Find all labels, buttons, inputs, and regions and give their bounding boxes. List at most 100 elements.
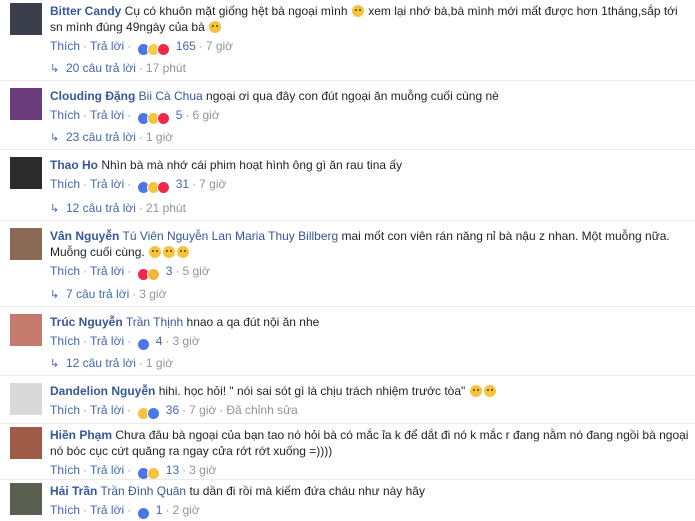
replies-count[interactable]: 12 câu trả lời xyxy=(66,201,136,215)
mention-link[interactable]: Trần Đình Quân xyxy=(100,484,186,498)
love-reaction-icon xyxy=(157,181,171,195)
reaction-count[interactable]: 13 xyxy=(166,463,179,477)
comment-time[interactable]: 5 giờ xyxy=(182,264,209,278)
comment-author[interactable]: Trúc Nguyễn xyxy=(50,315,123,329)
like-button[interactable]: Thích xyxy=(50,264,80,278)
comments-feed: Bitter Candy Cụ có khuôn mặt giống hệt b… xyxy=(0,0,695,521)
comment-time[interactable]: 2 giờ xyxy=(172,503,199,517)
reply-button[interactable]: Trả lời xyxy=(90,463,124,477)
comment-author[interactable]: Thao Ho xyxy=(50,158,98,172)
divider xyxy=(0,149,695,150)
comment-text: Clouding Đặng Bii Cà Chua ngoại ơi qua đ… xyxy=(50,88,690,104)
reaction-count[interactable]: 31 xyxy=(176,177,189,191)
reply-button[interactable]: Trả lời xyxy=(90,39,124,53)
view-replies-link[interactable]: ↳ 20 câu trả lời · 17 phút xyxy=(50,60,186,76)
view-replies-link[interactable]: ↳ 12 câu trả lời · 21 phút xyxy=(50,200,186,216)
replies-count[interactable]: 23 câu trả lời xyxy=(66,130,136,144)
comment-time[interactable]: 6 giờ xyxy=(192,108,219,122)
like-button[interactable]: Thích xyxy=(50,503,80,517)
view-replies-link[interactable]: ↳ 7 câu trả lời · 3 giờ xyxy=(50,286,166,302)
edited-label[interactable]: Đã chỉnh sửa xyxy=(226,403,297,417)
reactions-summary[interactable] xyxy=(137,41,171,57)
reactions-summary[interactable] xyxy=(137,110,171,126)
reaction-count[interactable]: 1 xyxy=(156,503,163,517)
like-button[interactable]: Thích xyxy=(50,463,80,477)
reply-button[interactable]: Trả lời xyxy=(90,264,124,278)
comment-body: Chưa đâu bà ngoại của bạn tao nó hỏi bà … xyxy=(50,428,689,458)
comment-body: Cụ có khuôn mặt giống hệt bà ngoại mình xyxy=(124,4,348,18)
like-button[interactable]: Thích xyxy=(50,177,80,191)
view-replies-link[interactable]: ↳ 12 câu trả lời · 1 giờ xyxy=(50,355,173,371)
comment-author[interactable]: Clouding Đặng xyxy=(50,89,135,103)
laughing-emoji-icon xyxy=(483,385,496,397)
comment-body: hihi. học hỏi! " nói sai sót gì là chịu … xyxy=(158,384,466,398)
comment-actions: Thích · Trả lời · 165 · 7 giờ xyxy=(50,38,690,57)
reactions-summary[interactable] xyxy=(137,505,151,521)
like-reaction-icon xyxy=(137,338,151,352)
avatar[interactable] xyxy=(10,3,42,35)
like-button[interactable]: Thích xyxy=(50,39,80,53)
comment-author[interactable]: Hải Trần xyxy=(50,484,97,498)
reactions-summary[interactable] xyxy=(137,179,171,195)
like-reaction-icon xyxy=(147,407,161,421)
reaction-count[interactable]: 3 xyxy=(166,264,173,278)
mention-link[interactable]: Trần Thịnh xyxy=(126,315,183,329)
comment-author[interactable]: Dandelion Nguyễn xyxy=(50,384,155,398)
reply-arrow-icon: ↳ xyxy=(50,132,60,144)
reply-arrow-icon: ↳ xyxy=(50,203,60,215)
comment-author[interactable]: Hiền Phạm xyxy=(50,428,112,442)
avatar[interactable] xyxy=(10,157,42,189)
reaction-count[interactable]: 165 xyxy=(176,39,196,53)
comment-text: Thao Ho Nhìn bà mà nhớ cái phim hoạt hìn… xyxy=(50,157,690,173)
replies-time: 1 giờ xyxy=(145,130,174,144)
comment-body: ngoại ơi qua đây con đút ngoại ăn muỗng … xyxy=(206,89,499,103)
reply-button[interactable]: Trả lời xyxy=(90,334,124,348)
avatar[interactable] xyxy=(10,483,42,515)
mention-link[interactable]: Bii Cà Chua xyxy=(139,89,203,103)
mention-link[interactable]: Tú Viên Nguyễn Lan Maria Thuy Billberg xyxy=(122,229,338,243)
comment-time[interactable]: 7 giờ xyxy=(189,403,216,417)
reaction-count[interactable]: 36 xyxy=(166,403,179,417)
comment-author[interactable]: Bitter Candy xyxy=(50,4,121,18)
reaction-count[interactable]: 4 xyxy=(156,334,163,348)
divider xyxy=(0,306,695,307)
comment-time[interactable]: 7 giờ xyxy=(199,177,226,191)
reactions-summary[interactable] xyxy=(137,336,151,352)
avatar[interactable] xyxy=(10,88,42,120)
replies-time: 1 giờ xyxy=(145,356,174,370)
avatar[interactable] xyxy=(10,427,42,459)
laughing-emoji-icon xyxy=(149,246,162,258)
replies-count[interactable]: 20 câu trả lời xyxy=(66,61,136,75)
like-button[interactable]: Thích xyxy=(50,334,80,348)
reply-button[interactable]: Trả lời xyxy=(90,403,124,417)
comment-actions: Thích · Trả lời · 1 · 2 giờ xyxy=(50,502,690,521)
avatar[interactable] xyxy=(10,314,42,346)
replies-time: 21 phút xyxy=(145,201,186,215)
avatar[interactable] xyxy=(10,383,42,415)
replies-count[interactable]: 7 câu trả lời xyxy=(66,287,129,301)
comment-actions: Thích · Trả lời · 36 · 7 giờ · Đã chỉnh sửa xyxy=(50,402,690,421)
comment-author[interactable]: Vân Nguyễn xyxy=(50,229,119,243)
sad-emoji-icon xyxy=(209,21,222,33)
comment-text: Vân Nguyễn Tú Viên Nguyễn Lan Maria Thuy… xyxy=(50,228,690,260)
comment-time[interactable]: 7 giờ xyxy=(206,39,233,53)
divider xyxy=(0,479,695,480)
reply-button[interactable]: Trả lời xyxy=(90,503,124,517)
comment-actions: Thích · Trả lời · 4 · 3 giờ xyxy=(50,333,690,352)
avatar[interactable] xyxy=(10,228,42,260)
wow-reaction-icon xyxy=(147,268,161,282)
reactions-summary[interactable] xyxy=(137,405,161,421)
reactions-summary[interactable] xyxy=(137,266,161,282)
replies-count[interactable]: 12 câu trả lời xyxy=(66,356,136,370)
comment-body: Nhìn bà mà nhớ cái phim hoạt hình ông gì… xyxy=(101,158,403,172)
comment-time[interactable]: 3 giờ xyxy=(189,463,216,477)
view-replies-link[interactable]: ↳ 23 câu trả lời · 1 giờ xyxy=(50,129,173,145)
reaction-count[interactable]: 5 xyxy=(176,108,183,122)
reply-button[interactable]: Trả lời xyxy=(90,108,124,122)
comment-time[interactable]: 3 giờ xyxy=(172,334,199,348)
like-button[interactable]: Thích xyxy=(50,403,80,417)
like-button[interactable]: Thích xyxy=(50,108,80,122)
like-reaction-icon xyxy=(137,507,151,521)
sad-emoji-icon xyxy=(351,5,364,17)
reply-button[interactable]: Trả lời xyxy=(90,177,124,191)
